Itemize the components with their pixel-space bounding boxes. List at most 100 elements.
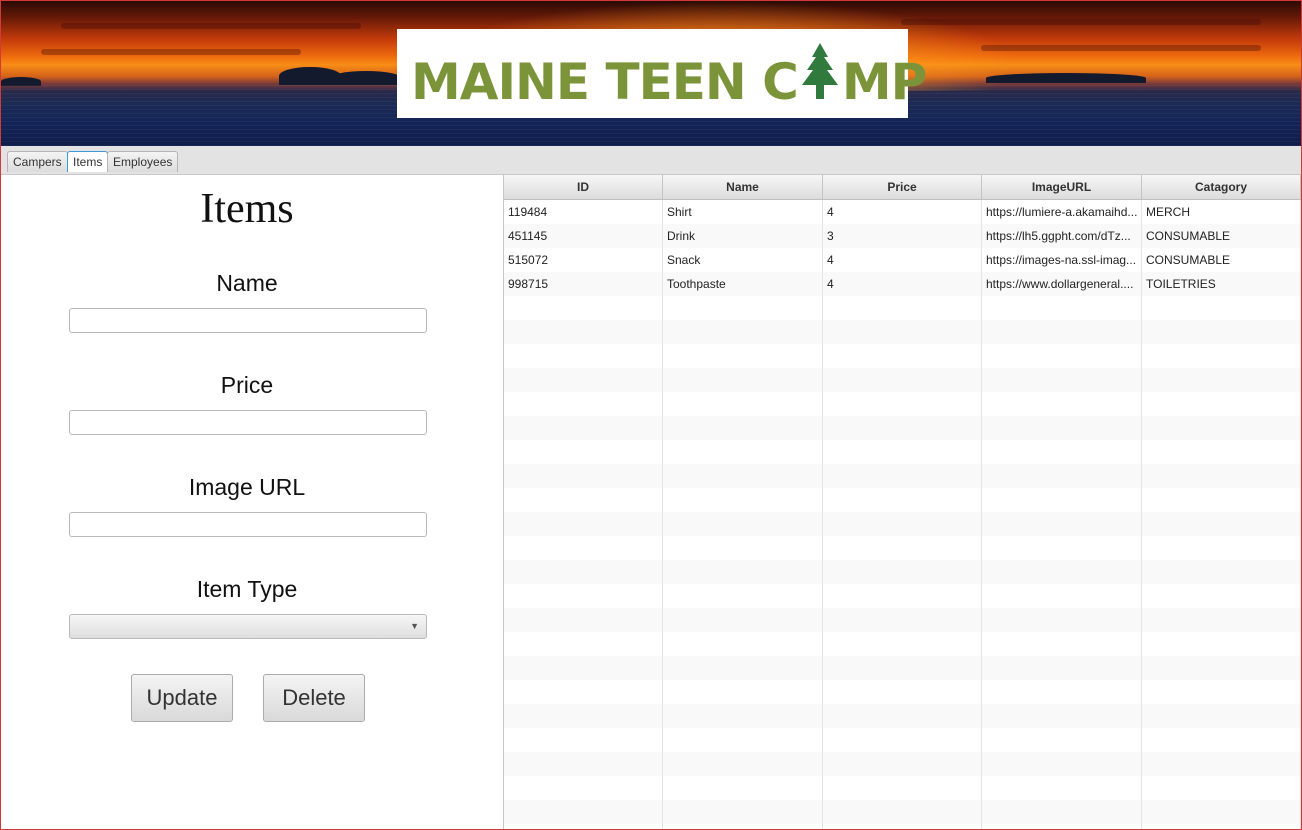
table-cell [823,416,982,440]
table-row[interactable]: 515072 Snack 4 https://images-na.ssl-imag..… [504,248,1301,272]
table-cell: Drink [663,224,823,248]
table-cell [504,464,663,488]
tab-items[interactable]: Items [67,151,109,172]
table-cell [982,440,1142,464]
empty-table-row[interactable] [504,464,1301,488]
empty-table-row[interactable] [504,704,1301,728]
empty-table-row[interactable] [504,656,1301,680]
items-table[interactable]: ID Name Price ImageURL Catagory 119484 Sh… [504,175,1301,829]
app-window: MAINE TEEN C MP Campers Items Employees I… [0,0,1302,830]
empty-table-row[interactable] [504,368,1301,392]
table-cell [823,608,982,632]
table-cell [823,632,982,656]
table-cell: 998715 [504,272,663,296]
empty-table-row[interactable] [504,728,1301,752]
empty-table-row[interactable] [504,536,1301,560]
table-cell [982,392,1142,416]
empty-table-row[interactable] [504,392,1301,416]
table-cell [504,800,663,824]
column-header-category[interactable]: Catagory [1142,175,1301,199]
table-cell [823,344,982,368]
table-cell [823,752,982,776]
empty-table-row[interactable] [504,584,1301,608]
table-cell [1142,632,1301,656]
tab-bar: Campers Items Employees [1,146,1301,175]
table-cell [823,392,982,416]
table-cell [663,416,823,440]
table-cell [504,296,663,320]
table-cell [663,608,823,632]
column-header-name[interactable]: Name [663,175,823,199]
item-type-select[interactable]: ▼ [69,614,427,639]
table-cell [823,656,982,680]
table-cell: TOILETRIES [1142,272,1301,296]
table-cell [504,416,663,440]
delete-button[interactable]: Delete [263,674,365,722]
table-cell [823,512,982,536]
table-cell [504,752,663,776]
empty-table-row[interactable] [504,416,1301,440]
table-cell [1142,560,1301,584]
table-cell [504,704,663,728]
table-cell [504,728,663,752]
empty-table-row[interactable] [504,440,1301,464]
logo-text: MAINE TEEN C MP [411,39,927,111]
table-cell [1142,368,1301,392]
table-cell [982,824,1142,829]
empty-table-row[interactable] [504,296,1301,320]
table-cell [504,560,663,584]
table-cell [1142,728,1301,752]
update-button[interactable]: Update [131,674,233,722]
table-cell [1142,440,1301,464]
empty-table-row[interactable] [504,800,1301,824]
empty-table-row[interactable] [504,488,1301,512]
table-row[interactable]: 451145 Drink 3 https://lh5.ggpht.com/dTz...… [504,224,1301,248]
table-cell [504,368,663,392]
empty-table-row[interactable] [504,752,1301,776]
table-cell [1142,512,1301,536]
price-field[interactable] [69,410,427,435]
empty-table-row[interactable] [504,680,1301,704]
empty-table-row[interactable] [504,560,1301,584]
name-field[interactable] [69,308,427,333]
table-cell [1142,416,1301,440]
table-cell [823,296,982,320]
table-cell [1142,656,1301,680]
table-cell [823,776,982,800]
empty-table-row[interactable] [504,776,1301,800]
tab-campers[interactable]: Campers [7,151,68,172]
empty-table-row[interactable] [504,608,1301,632]
column-header-imageurl[interactable]: ImageURL [982,175,1142,199]
empty-table-row[interactable] [504,344,1301,368]
table-cell [504,320,663,344]
table-cell [823,488,982,512]
table-cell [504,440,663,464]
table-row[interactable]: 998715 Toothpaste 4 https://www.dollargener… [504,272,1301,296]
table-cell [504,776,663,800]
table-cell [823,728,982,752]
table-cell [982,560,1142,584]
empty-table-row[interactable] [504,824,1301,829]
table-cell: https://images-na.ssl-imag... [982,248,1142,272]
table-cell [823,560,982,584]
table-cell: CONSUMABLE [1142,248,1301,272]
logo: MAINE TEEN C MP [397,29,927,118]
empty-table-row[interactable] [504,632,1301,656]
table-cell: https://www.dollargeneral.... [982,272,1142,296]
name-label: Name [216,270,278,296]
table-row[interactable]: 119484 Shirt 4 https://lumiere-a.akamaihd..… [504,200,1301,224]
table-cell [1142,488,1301,512]
column-header-price[interactable]: Price [823,175,982,199]
table-cell [982,320,1142,344]
table-cell [1142,776,1301,800]
empty-table-row[interactable] [504,512,1301,536]
table-cell [823,584,982,608]
tab-employees[interactable]: Employees [107,151,179,172]
column-header-id[interactable]: ID [504,175,663,199]
chevron-down-icon: ▼ [410,621,419,631]
table-cell [663,656,823,680]
image-url-field[interactable] [69,512,427,537]
empty-table-row[interactable] [504,320,1301,344]
table-cell: 515072 [504,248,663,272]
table-cell [663,464,823,488]
